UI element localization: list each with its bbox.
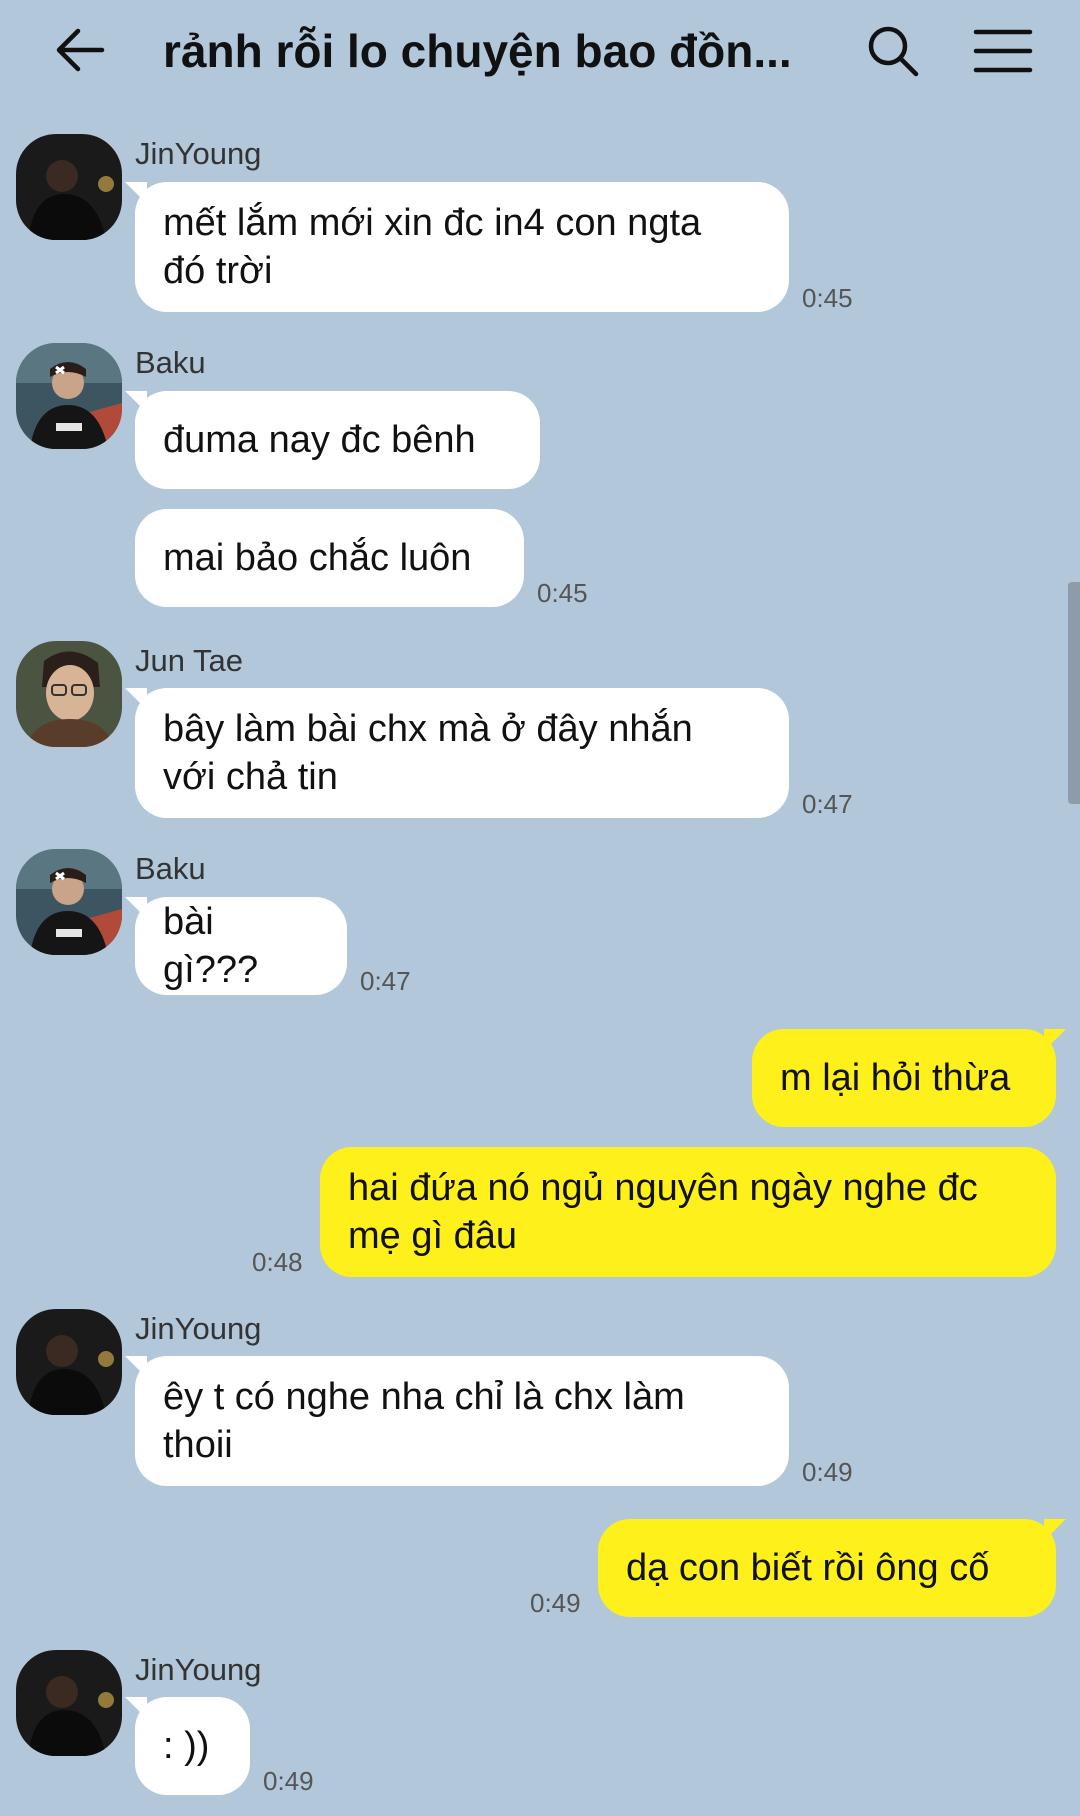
message-text-line: mết lắm mới xin đc in4 con ngta [163,202,702,244]
message-bubble[interactable]: : )) [125,1697,250,1795]
message-text: bài gì??? [163,901,259,991]
message-text-line: êy t có nghe nha chỉ là chx làm [163,1376,685,1418]
search-button[interactable] [864,22,922,80]
chat-title: rảnh rỗi lo chuyện bao đồn... [163,25,792,77]
avatar-jinyoung[interactable] [16,1309,122,1415]
message-time: 0:49 [263,1766,314,1796]
message-text-line: với chả tin [163,756,338,798]
my-message-bubble[interactable]: dạ con biết rồi ông cố [598,1519,1066,1617]
my-message-bubble[interactable]: hai đứa nó ngủ nguyên ngày nghe đc mẹ gì… [320,1147,1056,1277]
avatar-jun-tae[interactable] [16,641,122,747]
sender-name: JinYoung [135,1652,262,1687]
message-bubble[interactable]: bây làm bài chx mà ở đây nhắn với chả ti… [125,688,789,818]
avatar-jinyoung[interactable] [16,134,122,240]
avatar-baku[interactable] [16,849,122,955]
message-text: đuma nay đc bênh [163,419,476,461]
message-text-line: mẹ gì đâu [348,1215,517,1257]
sender-name: JinYoung [135,136,262,171]
message-time: 0:47 [802,789,853,819]
sender-name: Jun Tae [135,643,244,678]
sender-name: Baku [135,851,206,886]
message-text-line: đó trời [163,250,273,292]
message-text: : )) [163,1725,210,1767]
message-time: 0:47 [360,966,411,996]
message-text: dạ con biết rồi ông cố [626,1547,990,1589]
message-bubble[interactable]: mết lắm mới xin đc in4 con ngta đó trời [125,182,789,312]
scrollbar[interactable] [1068,582,1080,804]
sender-name: Baku [135,345,206,380]
message-bubble[interactable]: êy t có nghe nha chỉ là chx làm thoii [125,1356,789,1486]
menu-button[interactable] [972,26,1034,76]
message-time: 0:48 [252,1247,303,1277]
message-text: mai bảo chắc luôn [163,537,472,579]
message-text: m lại hỏi thừa [780,1057,1011,1099]
message-time: 0:49 [802,1457,853,1487]
message-bubble[interactable]: mai bảo chắc luôn [135,509,524,607]
message-bubble[interactable]: bài gì??? [125,897,347,995]
message-text-line: bây làm bài chx mà ở đây nhắn [163,708,693,750]
avatar-baku[interactable] [16,343,122,449]
message-text-line: thoii [163,1424,233,1466]
my-message-bubble[interactable]: m lại hỏi thừa [752,1029,1066,1127]
message-time: 0:49 [530,1588,581,1618]
message-time: 0:45 [537,578,588,608]
sender-name: JinYoung [135,1311,262,1346]
arrow-left-icon [56,28,105,72]
message-bubble[interactable]: đuma nay đc bênh [125,391,540,489]
message-time: 0:45 [802,283,853,313]
search-icon [868,26,919,77]
back-button[interactable] [50,20,110,80]
message-text-line: hai đứa nó ngủ nguyên ngày nghe đc [348,1167,978,1209]
chat-header: rảnh rỗi lo chuyện bao đồn... [0,0,1080,100]
avatar-jinyoung[interactable] [16,1650,122,1756]
hamburger-menu-icon [973,29,1033,73]
